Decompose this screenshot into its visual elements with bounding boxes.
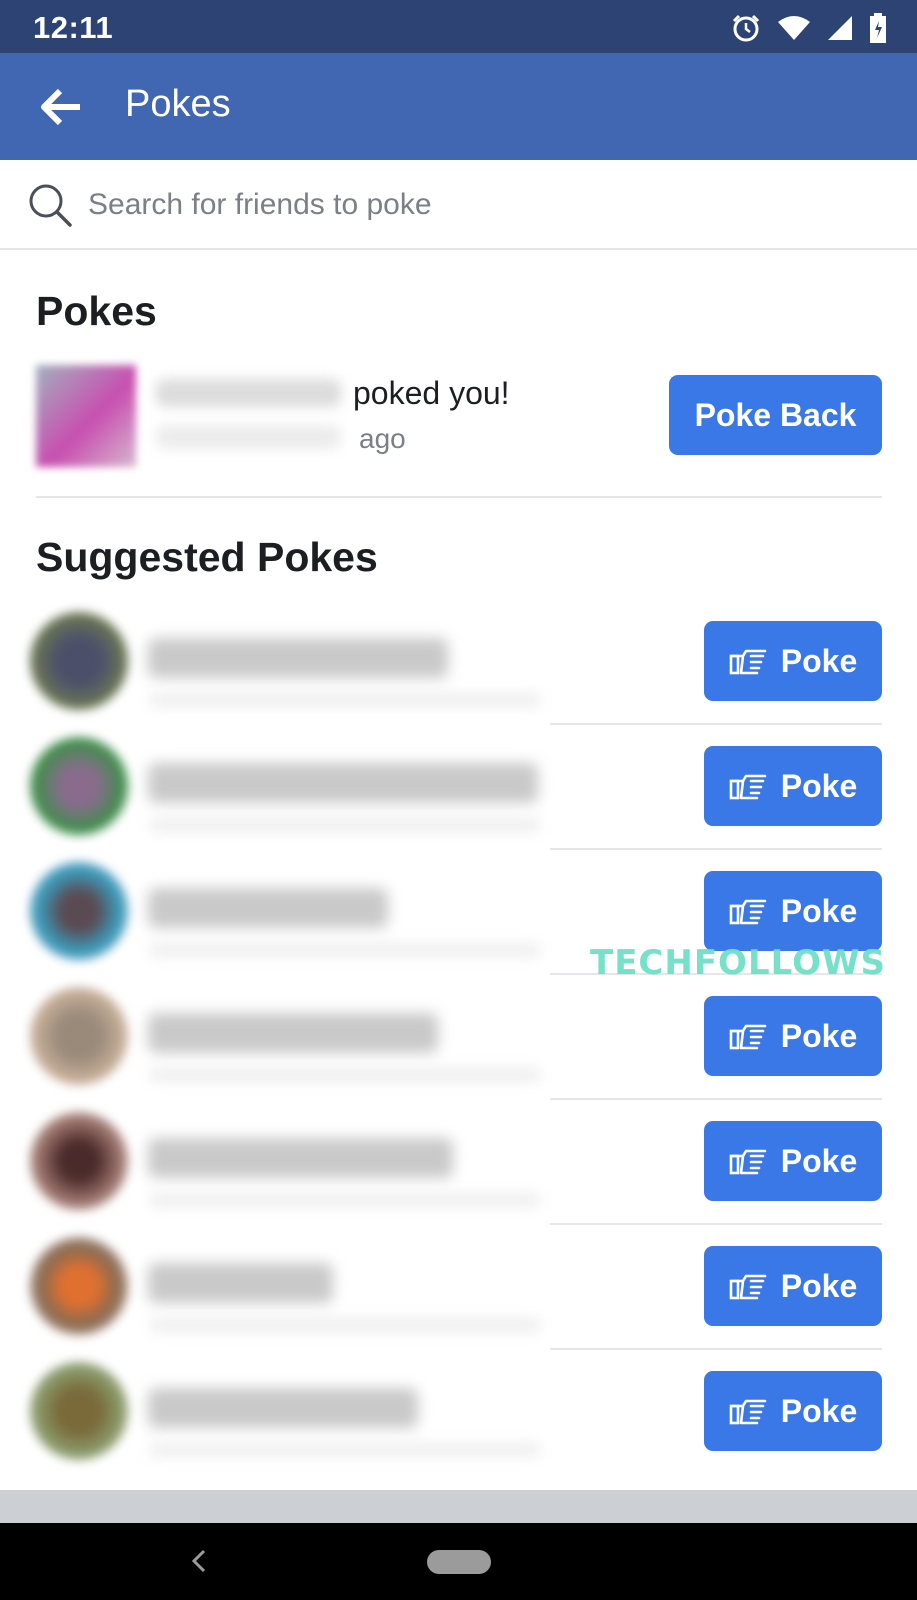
pointing-hand-icon	[729, 1399, 767, 1425]
blurred-subtext	[150, 1067, 540, 1083]
system-nav-bar	[0, 1523, 917, 1600]
blurred-subtext	[150, 1317, 540, 1333]
pointing-hand-icon	[729, 899, 767, 925]
poke-back-button[interactable]: Poke Back	[669, 375, 882, 455]
search-bar	[0, 160, 917, 250]
blurred-name[interactable]	[148, 1263, 333, 1303]
poke-button-label: Poke	[780, 1017, 858, 1054]
blurred-subtext	[150, 942, 540, 958]
suggested-section-title: Suggested Pokes	[36, 534, 378, 580]
blurred-subtext	[150, 1192, 540, 1208]
pointing-hand-icon	[729, 774, 767, 800]
blurred-name[interactable]	[156, 379, 341, 407]
poke-time: ago	[359, 423, 406, 454]
nav-home-button[interactable]	[427, 1550, 491, 1574]
status-icons	[731, 12, 887, 44]
watermark-text: TECHFOLLOWS	[590, 943, 886, 983]
pointing-hand-icon	[729, 1149, 767, 1175]
poke-button-label: Poke	[780, 1392, 858, 1429]
pointing-hand-icon	[729, 649, 767, 675]
poke-button-label: Poke	[780, 892, 858, 929]
blurred-time	[156, 425, 341, 449]
app-bar: Pokes	[0, 53, 917, 160]
blurred-name[interactable]	[148, 763, 538, 803]
list-item: Poke	[0, 975, 917, 1100]
blurred-name[interactable]	[148, 1388, 418, 1428]
avatar[interactable]	[30, 862, 128, 960]
blurred-subtext	[150, 692, 540, 708]
page-title: Pokes	[125, 83, 231, 125]
footer-strip	[0, 1490, 917, 1523]
section-divider	[36, 496, 882, 498]
search-icon	[29, 184, 72, 227]
pokes-section-title: Pokes	[36, 288, 157, 334]
poke-button[interactable]: Poke	[704, 871, 882, 951]
poke-button-label: Poke	[780, 1142, 858, 1179]
signal-icon	[828, 16, 852, 40]
avatar[interactable]	[30, 737, 128, 835]
poke-button[interactable]: Poke	[704, 621, 882, 701]
list-item: Poke	[0, 1225, 917, 1350]
avatar[interactable]	[30, 1237, 128, 1335]
avatar[interactable]	[36, 365, 136, 467]
arrow-left-icon[interactable]	[40, 87, 82, 127]
poke-message: poked you!	[353, 375, 510, 411]
list-item: Poke	[0, 600, 917, 725]
list-item: Poke	[0, 1350, 917, 1475]
poke-button[interactable]: Poke	[704, 1121, 882, 1201]
alarm-icon	[732, 14, 760, 42]
avatar[interactable]	[30, 1362, 128, 1460]
blurred-subtext	[150, 817, 540, 833]
blurred-name[interactable]	[148, 888, 388, 928]
avatar[interactable]	[30, 987, 128, 1085]
poke-button-label: Poke	[780, 767, 858, 804]
list-item: Poke	[0, 725, 917, 850]
avatar[interactable]	[30, 612, 128, 710]
status-bar: 12:11	[0, 0, 917, 53]
poke-button-label: Poke	[780, 642, 858, 679]
nav-back-icon[interactable]	[186, 1543, 210, 1579]
poke-button[interactable]: Poke	[704, 1371, 882, 1451]
search-input[interactable]	[88, 180, 888, 230]
poke-button[interactable]: Poke	[704, 746, 882, 826]
wifi-icon	[778, 16, 810, 40]
status-time: 12:11	[33, 10, 114, 45]
list-item: Poke	[0, 1100, 917, 1225]
avatar[interactable]	[30, 1112, 128, 1210]
poke-button-label: Poke	[780, 1267, 858, 1304]
blurred-subtext	[150, 1442, 540, 1458]
pointing-hand-icon	[729, 1024, 767, 1050]
battery-icon	[870, 13, 886, 43]
blurred-name[interactable]	[148, 1138, 453, 1178]
blurred-name[interactable]	[148, 638, 448, 678]
pointing-hand-icon	[729, 1274, 767, 1300]
poke-button[interactable]: Poke	[704, 996, 882, 1076]
poke-received-row: poked you! ago Poke Back	[36, 365, 882, 467]
poke-button[interactable]: Poke	[704, 1246, 882, 1326]
blurred-name[interactable]	[148, 1013, 438, 1053]
